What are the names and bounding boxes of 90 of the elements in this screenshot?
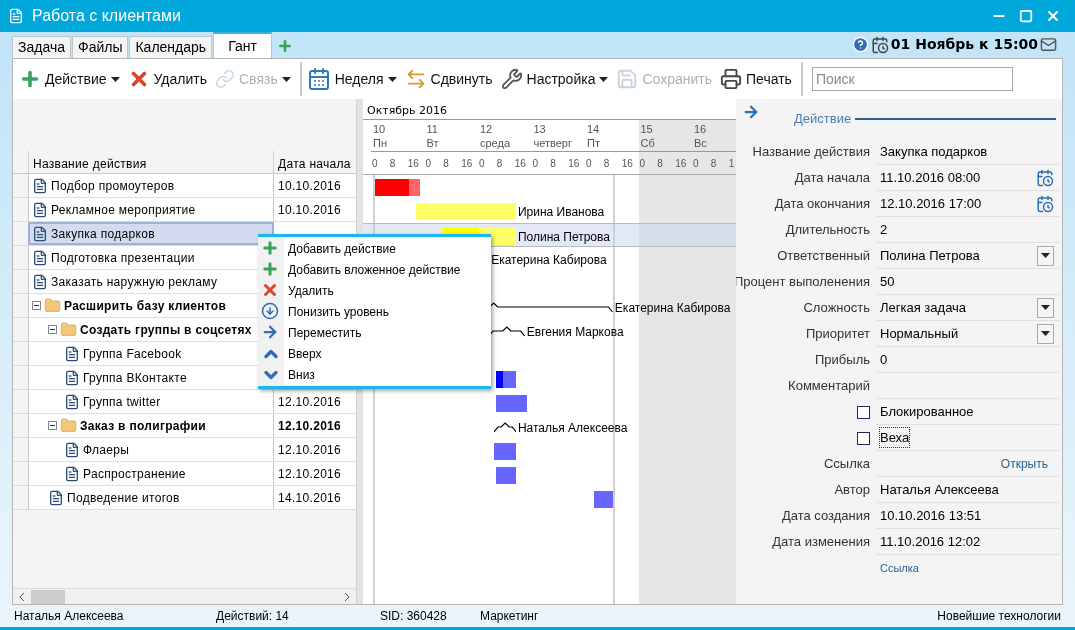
assignee-label: Наталья Алексеева: [517, 420, 628, 437]
field-label: Дата изменения: [772, 533, 870, 552]
hour-label: 16: [514, 157, 526, 172]
field-value: 50: [880, 272, 895, 291]
task-name: Группа ВКонтакте: [83, 369, 187, 387]
field-label: Автор: [834, 481, 870, 500]
field-label: Дата начала: [794, 169, 870, 188]
start-date-cell: 12.10.2016: [274, 390, 356, 413]
task-name: Заказать наружную рекламу: [51, 273, 218, 291]
field-label: Ответственный: [777, 247, 870, 266]
task-name: Флаеры: [83, 441, 130, 459]
field-label: Ссылка: [823, 455, 870, 474]
hour-label: 8: [550, 157, 556, 172]
task-name: Закупка подарков: [51, 225, 155, 243]
hour-label: 0: [639, 157, 646, 172]
month-label: Октябрь 2016: [367, 102, 448, 119]
task-name: Распространение: [83, 465, 186, 483]
field-label: Комментарий: [788, 377, 870, 396]
window-title: Работа с клиентами: [32, 6, 181, 26]
field-label: Название действия: [752, 143, 870, 162]
hour-label: 0: [479, 157, 485, 172]
task-name: Подготовка презентации: [51, 249, 195, 267]
status-text: Действий: 14: [216, 608, 290, 625]
day-name: Пн: [373, 136, 388, 150]
field-label: Приоритет: [805, 325, 870, 344]
hour-label: 0: [532, 157, 539, 172]
day-name: Пт: [587, 136, 601, 150]
field-label: Прибыль: [815, 351, 870, 370]
day-name: Сб: [640, 136, 656, 150]
hour-label: 8: [496, 157, 503, 172]
section-title: Действие: [794, 110, 852, 129]
day-number: 16: [694, 122, 708, 136]
status-text: Наталья Алексеева: [14, 608, 125, 625]
hour-label: 0: [425, 157, 432, 172]
hour-label: 16: [621, 157, 633, 172]
assignee-label: Екатерина Кабирова: [614, 300, 731, 317]
day-number: 10: [373, 122, 387, 136]
day-name: среда: [480, 136, 512, 150]
hour-label: 0: [372, 157, 378, 172]
task-name: Подбор промоутеров: [51, 177, 175, 195]
assignee-label: Евгения Маркова: [526, 324, 624, 341]
start-date-cell: 10.10.2016: [274, 198, 356, 221]
start-date-cell: 12.10.2016: [274, 462, 356, 485]
hour-label: 8: [443, 157, 449, 172]
field-label: Дата окончания: [774, 195, 870, 214]
task-name: Создать группы в соцсетях: [80, 321, 252, 339]
field-value: 10.10.2016 13:51: [880, 506, 982, 525]
day-name: Вс: [694, 136, 708, 150]
task-name: Заказ в полиграфии: [80, 417, 206, 435]
day-number: 14: [587, 122, 601, 136]
day-number: 11: [426, 122, 439, 136]
status-text: Маркетинг: [480, 608, 540, 625]
hour-label: 8: [389, 157, 396, 172]
assignee-label: Ирина Иванова: [517, 204, 605, 221]
task-name: Подведение итогов: [67, 489, 180, 507]
hour-label: 16: [568, 157, 580, 172]
day-number: 15: [640, 122, 654, 136]
start-date-cell: 14.10.2016: [274, 486, 356, 509]
hour-label: 16: [461, 157, 473, 172]
assignee-label: Екатерина Кабирова: [491, 252, 607, 269]
day-name: четверг: [533, 136, 573, 150]
hour-label: 8: [603, 157, 610, 172]
start-date-cell: 12.10.2016: [274, 438, 356, 461]
hour-label: 0: [586, 157, 592, 172]
task-name: Группа Facebook: [83, 345, 182, 363]
task-name: Группа twitter: [83, 393, 161, 411]
hour-label: 16: [407, 157, 419, 172]
hour-label: 8: [710, 157, 717, 172]
hour-label: 16: [675, 157, 687, 172]
day-number: 12: [480, 122, 494, 136]
status-text: Новейшие технологии: [937, 608, 1062, 625]
hour-label: 1: [728, 157, 735, 172]
field-value: 2: [880, 220, 888, 239]
hour-label: 0: [693, 157, 699, 172]
field-label: Дата создания: [781, 507, 870, 526]
task-name: Расширить базу клиентов: [64, 297, 227, 315]
start-date-cell: 10.10.2016: [274, 174, 356, 197]
day-name: Вт: [426, 136, 440, 150]
day-number: 13: [533, 122, 547, 136]
start-date-cell: 12.10.2016: [274, 414, 356, 437]
hour-label: 8: [657, 157, 663, 172]
assignee-label: Полина Петрова: [517, 229, 610, 246]
field-value: Наталья Алексеева: [880, 480, 999, 499]
field-label: Длительность: [785, 221, 870, 240]
field-value: Закупка подарков: [880, 142, 988, 161]
field-value: 0: [880, 350, 888, 369]
field-value: 11.10.2016 12:02: [880, 532, 981, 551]
task-name: Рекламное мероприятие: [51, 201, 196, 219]
field-label: Сложность: [803, 299, 870, 318]
status-text: SID: 360428: [380, 608, 448, 625]
